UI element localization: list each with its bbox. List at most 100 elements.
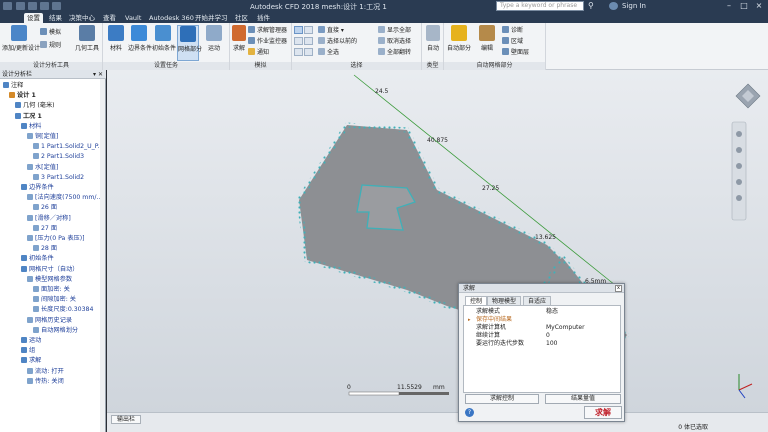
diagnostics-button[interactable]: 诊断 [502,26,523,35]
boundary-conditions-button[interactable]: 边界条件 [128,25,152,52]
tree-item[interactable]: 26 面 [33,203,57,213]
initial-conditions-button[interactable]: 初始条件 [152,25,176,52]
tab-autodesk-360[interactable]: Autodesk 360 [146,13,197,23]
tree-item[interactable]: 面加密: 关 [33,285,70,295]
rules-button[interactable]: 规则 [40,41,61,50]
search-input[interactable]: Type a keyword or phrase [496,1,584,11]
tree-item[interactable]: [压力(0 Pa 表压)] [27,234,85,244]
regions-button[interactable]: 区域 [502,37,523,46]
quick-access-save-icon[interactable] [40,2,49,10]
table-row[interactable]: ▸ 保存中间结果 [464,316,620,324]
edit-button[interactable]: 编辑 [477,25,497,52]
tab-adaptation[interactable]: 自适应 [523,296,552,305]
tree-item[interactable]: 长度尺度:0.30384 [33,305,93,315]
tree-item[interactable]: 注释 [3,81,23,91]
output-bar-button[interactable]: 输出栏 [111,415,141,424]
graphics-viewport[interactable]: 24.5 40.875 27.25 13.625 6.5mm 0 11.5529… [107,70,768,412]
solution-control-button[interactable]: 求解控制 [465,394,539,404]
app-logo-icon[interactable] [3,2,12,10]
tree-item[interactable]: 流动: 打开 [27,367,64,377]
tab-getting-started[interactable]: 开始并学习 [192,13,231,23]
look-at-icon[interactable] [736,195,742,201]
expand-icon[interactable]: ▸ [468,316,471,324]
table-row[interactable]: 求解模式 稳态 [464,308,620,316]
scenario-button[interactable]: 模拟 [40,28,61,37]
select-vertex-icon[interactable] [304,37,313,45]
tab-decision-center[interactable]: 决策中心 [66,13,98,23]
tree-item[interactable]: 1 Part1.Solid2_U_P... [33,142,103,152]
tree-item[interactable]: [法向速度(7500 mm/... [27,193,102,203]
quick-access-new-icon[interactable] [16,2,25,10]
auto-type-button[interactable]: 自动 [423,25,443,52]
tree-item[interactable]: 设计 1 [9,91,36,101]
tree-item[interactable]: 3 Part1.Solid2 [33,173,84,183]
dialog-close-icon[interactable]: x [615,285,622,292]
select-body-icon[interactable] [304,48,313,56]
tree-item[interactable]: 2 Part1.Solid3 [33,152,84,162]
panel-scrollbar[interactable] [100,79,105,432]
tree-item[interactable]: [滑移／对称] [27,214,71,224]
tree-item[interactable]: 组 [21,346,35,356]
select-volume-icon[interactable] [294,26,303,34]
wall-layers-button[interactable]: 壁面层 [502,48,529,57]
tab-physics[interactable]: 物理模型 [487,296,522,305]
quick-access-undo-icon[interactable] [52,2,61,10]
autosize-button[interactable]: 自动部分 [446,25,472,52]
tree-item[interactable]: 28 面 [33,244,57,254]
table-row[interactable]: 继续计算 0 [464,332,620,340]
tree-item[interactable]: 铜[定值] [27,132,58,142]
job-monitor-button[interactable]: 作业监控器 [248,37,287,46]
zoom-fit-icon[interactable] [736,179,742,185]
materials-button[interactable]: 材料 [105,25,127,52]
solve-ribbon-button[interactable]: 求解 [231,25,247,52]
tree-item[interactable]: 运动 [21,336,41,346]
select-edge-icon[interactable] [294,37,303,45]
tab-vault[interactable]: Vault [122,13,144,23]
tab-addins[interactable]: 插件 [254,13,273,23]
table-row[interactable]: 求解计算机 MyComputer [464,324,620,332]
select-face-icon[interactable] [294,48,303,56]
user-icon[interactable] [609,2,618,10]
minimize-button[interactable]: – [722,1,736,11]
zoom-icon[interactable] [736,163,742,169]
select-previous-button[interactable]: 选择以前的 [318,37,357,46]
show-all-button[interactable]: 显示全部 [378,26,411,35]
notifications-button[interactable]: 通知 [248,48,269,57]
pan-icon[interactable] [736,147,742,153]
tab-control[interactable]: 控制 [465,296,488,305]
solve-button[interactable]: 求解 [584,406,622,419]
motion-button[interactable]: 运动 [203,25,225,52]
model-canvas[interactable]: 24.5 40.875 27.25 13.625 6.5mm 0 11.5529… [107,70,768,412]
tree-item[interactable]: 初始条件 [21,254,54,264]
quick-access-open-icon[interactable] [28,2,37,10]
deselect-button[interactable]: 取消选择 [378,37,411,46]
tree-item[interactable]: 27 面 [33,224,57,234]
tree-item[interactable]: 自动网格划分 [33,326,78,336]
tree-item[interactable]: 工况 1 [15,112,42,122]
maximize-button[interactable]: □ [737,1,751,11]
tree-item[interactable]: 间隙加密: 关 [33,295,76,305]
view-cube-icon[interactable] [735,83,761,109]
mesh-sizing-button[interactable]: 网格部分 [177,25,202,61]
tree-item[interactable]: 边界条件 [21,183,54,193]
tab-results[interactable]: 结果 [46,13,65,23]
tree-item[interactable]: 传热: 关闭 [27,377,64,387]
select-surface-icon[interactable] [304,26,313,34]
search-icon[interactable]: ⚲ [588,1,597,10]
flip-all-button[interactable]: 全部翻转 [378,48,411,57]
tree-item[interactable]: 水[定值] [27,163,58,173]
select-all-button[interactable]: 全选 [318,48,339,57]
close-button[interactable]: × [752,1,766,11]
sign-in-link[interactable]: Sign In [622,2,646,10]
tree-item[interactable]: 网格尺寸（自动） [21,265,79,275]
tree-item[interactable]: 几何 (毫米) [15,101,55,111]
tab-setup[interactable]: 设置 [24,13,43,23]
direct-select-dropdown[interactable]: 直接 ▾ [318,26,344,35]
tree-item[interactable]: 模型网格参数 [27,275,72,285]
tree-item[interactable]: 网格历史记录 [27,316,72,326]
table-row[interactable]: 要运行的迭代步数 100 [464,340,620,348]
orbit-icon[interactable] [736,131,742,137]
geometry-tools-button[interactable]: 几何工具 [74,25,100,52]
help-icon[interactable]: ? [465,408,474,417]
add-update-design-button[interactable]: 添加/更新设计 [2,25,40,52]
